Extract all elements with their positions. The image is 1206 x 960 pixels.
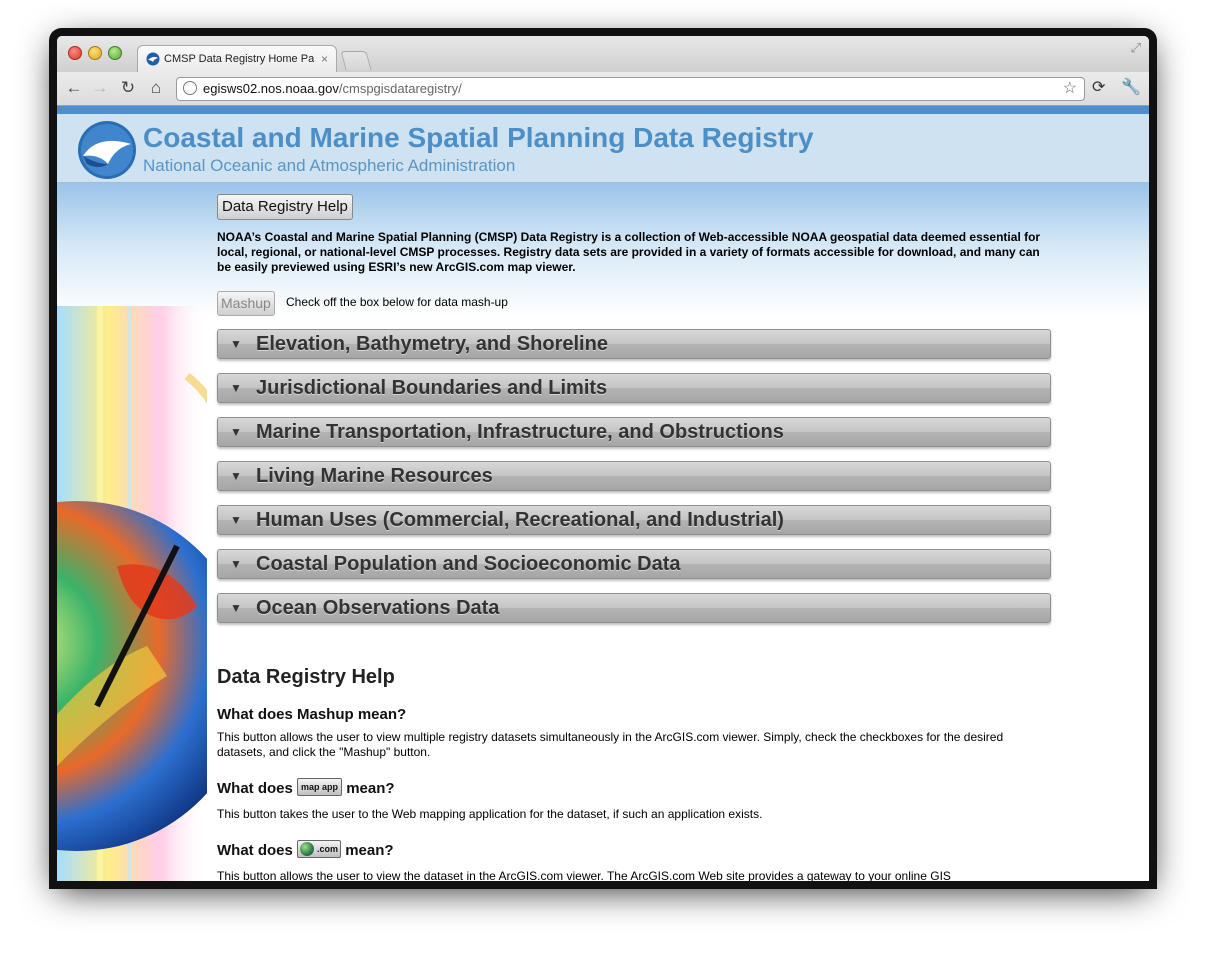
extension-icon[interactable]: ⟳ [1092, 77, 1105, 99]
reload-icon[interactable]: ↻ [117, 76, 139, 100]
question-prefix: What does [217, 780, 293, 797]
section-list: ▼ Elevation, Bathymetry, and Shoreline ▼… [217, 329, 1051, 637]
arcgis-button-label: .com [317, 844, 339, 855]
triangle-down-icon: ▼ [230, 381, 242, 395]
close-window-button[interactable] [68, 46, 82, 60]
section-label: Coastal Population and Socioeconomic Dat… [256, 553, 681, 575]
question-prefix: What does [217, 842, 293, 859]
back-arrow-icon[interactable]: ← [63, 76, 85, 100]
noaa-logo-icon [78, 121, 136, 179]
help-question-map-app: What does map app mean? [217, 778, 395, 798]
section-label: Human Uses (Commercial, Recreational, an… [256, 509, 784, 531]
page-viewport: Coastal and Marine Spatial Planning Data… [57, 106, 1149, 881]
section-human-uses[interactable]: ▼ Human Uses (Commercial, Recreational, … [217, 505, 1051, 535]
mashup-button[interactable]: Mashup [217, 291, 275, 316]
question-suffix: mean? [345, 842, 394, 859]
triangle-down-icon: ▼ [230, 337, 242, 351]
help-answer-arcgis: This button allows the user to view the … [217, 869, 951, 881]
triangle-down-icon: ▼ [230, 513, 242, 527]
section-marine-transportation[interactable]: ▼ Marine Transportation, Infrastructure,… [217, 417, 1051, 447]
help-question-arcgis: What does .com mean? [217, 840, 394, 860]
globe-icon [183, 81, 197, 95]
home-icon[interactable]: ⌂ [145, 76, 167, 100]
question-suffix: mean? [346, 780, 395, 797]
noaa-logo-icon [146, 52, 160, 66]
fullscreen-icon[interactable]: ⤢ [1131, 40, 1141, 56]
section-ocean-observations[interactable]: ▼ Ocean Observations Data [217, 593, 1051, 623]
new-tab-button[interactable] [340, 51, 372, 70]
browser-window: CMSP Data Registry Home Pa × ⤢ ← → ↻ ⌂ e… [57, 36, 1149, 881]
wrench-icon[interactable]: 🔧 [1121, 77, 1141, 99]
mashup-note: Check off the box below for data mash-up [286, 295, 508, 309]
url-text: egisws02.nos.noaa.gov/cmspgisdataregistr… [203, 81, 462, 96]
help-answer-map-app: This button takes the user to the Web ma… [217, 807, 763, 821]
star-icon[interactable]: ☆ [1063, 78, 1077, 100]
section-jurisdictional-boundaries[interactable]: ▼ Jurisdictional Boundaries and Limits [217, 373, 1051, 403]
section-living-marine-resources[interactable]: ▼ Living Marine Resources [217, 461, 1051, 491]
section-coastal-population[interactable]: ▼ Coastal Population and Socioeconomic D… [217, 549, 1051, 579]
triangle-down-icon: ▼ [230, 425, 242, 439]
tab-title: CMSP Data Registry Home Pa [164, 53, 314, 65]
section-elevation-bathymetry[interactable]: ▼ Elevation, Bathymetry, and Shoreline [217, 329, 1051, 359]
triangle-down-icon: ▼ [230, 469, 242, 483]
arcgis-com-button[interactable]: .com [297, 840, 342, 859]
help-question-mashup: What does Mashup mean? [217, 706, 407, 723]
minimize-window-button[interactable] [88, 46, 102, 60]
help-answer-mashup: This button allows the user to view mult… [217, 730, 1004, 759]
site-subtitle: National Oceanic and Atmospheric Adminis… [143, 156, 516, 175]
data-registry-help-button[interactable]: Data Registry Help [217, 194, 353, 220]
triangle-down-icon: ▼ [230, 601, 242, 615]
address-bar[interactable]: egisws02.nos.noaa.gov/cmspgisdataregistr… [176, 77, 1085, 101]
forward-arrow-icon[interactable]: → [89, 76, 111, 100]
section-label: Ocean Observations Data [256, 597, 500, 619]
section-label: Elevation, Bathymetry, and Shoreline [256, 333, 608, 355]
section-label: Jurisdictional Boundaries and Limits [256, 377, 608, 399]
section-label: Marine Transportation, Infrastructure, a… [256, 421, 784, 443]
close-tab-icon[interactable]: × [321, 46, 328, 72]
arcgis-globe-icon [300, 842, 315, 857]
help-heading: Data Registry Help [217, 666, 395, 688]
site-header: Coastal and Marine Spatial Planning Data… [57, 106, 1149, 183]
tab-cmsp-registry[interactable]: CMSP Data Registry Home Pa × [137, 45, 337, 73]
title-bar: CMSP Data Registry Home Pa × ⤢ [57, 36, 1149, 73]
browser-toolbar: ← → ↻ ⌂ egisws02.nos.noaa.gov/cmspgisdat… [57, 72, 1149, 106]
globe-artwork [57, 306, 207, 881]
site-title: Coastal and Marine Spatial Planning Data… [143, 122, 814, 153]
zoom-window-button[interactable] [108, 46, 122, 60]
map-app-button[interactable]: map app [297, 778, 343, 797]
intro-paragraph: NOAA’s Coastal and Marine Spatial Planni… [217, 230, 1041, 274]
triangle-down-icon: ▼ [230, 557, 242, 571]
section-label: Living Marine Resources [256, 465, 493, 487]
